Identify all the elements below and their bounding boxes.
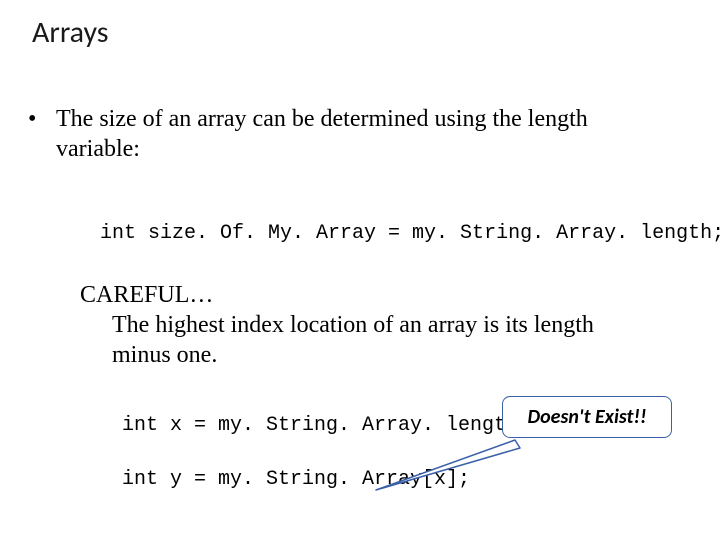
careful-text: The highest index location of an array i… — [80, 310, 650, 370]
careful-block: CAREFUL… The highest index location of a… — [80, 280, 650, 370]
callout-bubble: Doesn't Exist!! — [502, 396, 672, 438]
code-line-2: int x = my. String. Array. length; — [122, 414, 530, 437]
bullet-marker: • — [28, 104, 50, 134]
bullet-item: • The size of an array can be determined… — [28, 104, 668, 164]
careful-label: CAREFUL… — [80, 280, 650, 310]
slide-title: Arrays — [32, 14, 109, 51]
callout-text: Doesn't Exist!! — [528, 405, 647, 429]
code-line-1: int size. Of. My. Array = my. String. Ar… — [100, 222, 720, 245]
code-line-3: int y = my. String. Array[x]; — [122, 468, 470, 491]
slide: Arrays • The size of an array can be det… — [0, 0, 720, 540]
bullet-text: The size of an array can be determined u… — [56, 104, 656, 164]
